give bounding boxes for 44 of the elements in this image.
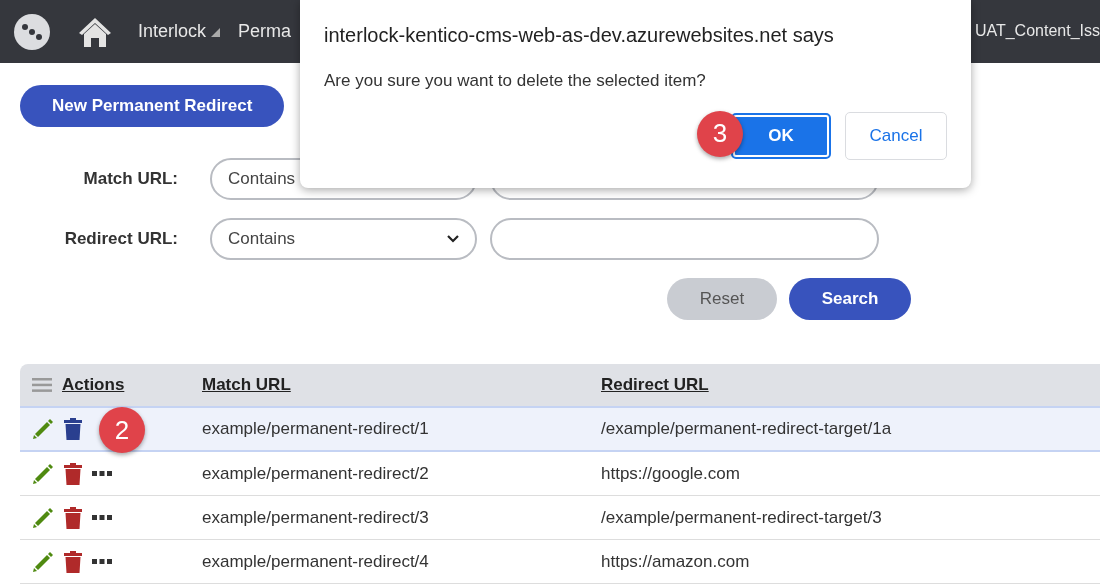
pencil-icon[interactable] — [32, 462, 54, 485]
nav-dropdown[interactable]: Interlock — [138, 18, 221, 45]
table-row[interactable]: example/permanent-redirect/3 /example/permanent-redirect-target/3 — [20, 496, 1100, 540]
cancel-button[interactable]: Cancel — [845, 111, 947, 160]
more-icon[interactable] — [92, 558, 112, 565]
trash-icon[interactable] — [64, 462, 82, 485]
logo-icon[interactable] — [12, 11, 52, 52]
reset-button[interactable]: Reset — [667, 278, 777, 320]
table-cell-text: /example/permanent-redirect-target/3 — [601, 506, 882, 529]
table-cell-text: https://amazon.com — [601, 550, 750, 573]
field-label: Redirect URL: — [63, 228, 179, 251]
trash-icon[interactable] — [64, 506, 82, 529]
dialog-message: Are you sure you want to delete the selected item? — [324, 70, 707, 92]
step-badge: 3 — [697, 110, 743, 157]
dialog-title: interlock-kentico-cms-web-as-dev.azurewebsites.net says — [324, 23, 835, 48]
column-header[interactable]: Actions — [62, 372, 125, 398]
table-cell-text: /example/permanent-redirect-target/1a — [601, 418, 892, 441]
search-button[interactable]: Search — [789, 278, 911, 320]
new-redirect-button[interactable]: New Permanent Redirect — [20, 85, 285, 127]
home-icon[interactable] — [78, 15, 112, 48]
table-row[interactable]: example/permanent-redirect/2 https://google.com — [20, 452, 1100, 496]
table-cell-text: example/permanent-redirect/1 — [202, 418, 430, 441]
user-name[interactable]: UAT_Content_Iss — [974, 19, 1100, 43]
table-row[interactable]: example/permanent-redirect/4 https://amazon.com — [20, 540, 1100, 584]
chevron-icon — [447, 235, 459, 243]
pencil-icon[interactable] — [32, 506, 54, 529]
more-icon[interactable] — [92, 470, 112, 477]
pencil-icon[interactable] — [32, 418, 54, 440]
trash-icon[interactable] — [64, 550, 82, 573]
table-cell-text: https://google.com — [601, 462, 740, 485]
column-header[interactable]: Redirect URL — [601, 375, 709, 395]
table-cell-text: example/permanent-redirect/4 — [202, 550, 430, 573]
table-cell-text: example/permanent-redirect/2 — [202, 462, 430, 485]
ok-button[interactable]: OK — [731, 112, 831, 159]
operator-select[interactable]: Contains — [210, 218, 477, 260]
table-cell-text: example/permanent-redirect/3 — [202, 506, 430, 529]
column-header[interactable]: Match URL — [202, 375, 291, 395]
caret-icon — [210, 26, 221, 37]
nav-link[interactable]: Perma — [238, 18, 292, 45]
value-field[interactable] — [490, 218, 879, 260]
trash-icon[interactable] — [64, 418, 82, 440]
more-icon[interactable] — [92, 514, 112, 521]
field-label: Match URL: — [82, 168, 179, 191]
pencil-icon[interactable] — [32, 550, 54, 573]
